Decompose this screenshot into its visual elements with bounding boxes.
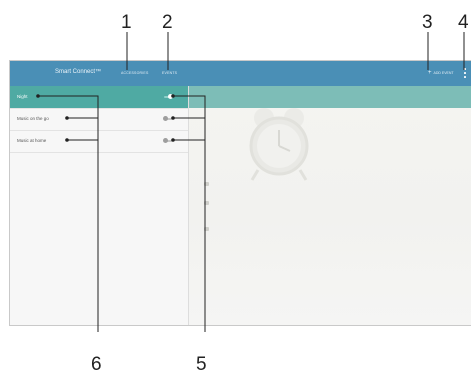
callout-number-6: 6 bbox=[91, 354, 102, 375]
action-bar: Smart Connect™ Accessories Events + Add … bbox=[10, 61, 471, 86]
callout-number-5: 5 bbox=[196, 354, 207, 375]
tab-accessories[interactable]: Accessories bbox=[121, 71, 149, 75]
callout-number-1: 1 bbox=[121, 12, 132, 33]
sound-mode-icon bbox=[204, 201, 209, 205]
callout-number-4: 4 bbox=[458, 12, 469, 33]
callout-number-3: 3 bbox=[422, 12, 433, 33]
add-event-button[interactable]: + Add event bbox=[428, 69, 454, 77]
app-launch-icon bbox=[204, 182, 209, 186]
event-toggle-music-on-the-go[interactable] bbox=[163, 116, 173, 121]
detail-header bbox=[189, 86, 471, 108]
tab-events[interactable]: Events bbox=[162, 71, 177, 75]
event-row-music-at-home[interactable]: Music at home bbox=[10, 130, 188, 153]
plus-icon: + bbox=[428, 70, 432, 76]
event-name: Music on the go bbox=[17, 116, 49, 121]
event-toggle-night[interactable] bbox=[163, 94, 173, 99]
event-name: Music at home bbox=[17, 138, 47, 143]
event-detail-pane bbox=[189, 86, 471, 325]
callout-number-2: 2 bbox=[162, 12, 173, 33]
sound-mode-icon bbox=[204, 227, 209, 231]
overflow-menu-icon[interactable] bbox=[463, 68, 467, 78]
event-name: Night bbox=[17, 94, 28, 99]
tablet-screen: Smart Connect™ Accessories Events + Add … bbox=[9, 60, 471, 326]
event-toggle-music-at-home[interactable] bbox=[163, 138, 173, 143]
event-row-night[interactable]: Night bbox=[10, 86, 188, 109]
events-list: Night Music on the go Music at home bbox=[10, 86, 189, 325]
app-title: Smart Connect™ bbox=[55, 69, 102, 75]
event-row-music-on-the-go[interactable]: Music on the go bbox=[10, 108, 188, 131]
alarm-clock-image bbox=[249, 108, 309, 181]
add-event-label: Add event bbox=[433, 71, 454, 75]
